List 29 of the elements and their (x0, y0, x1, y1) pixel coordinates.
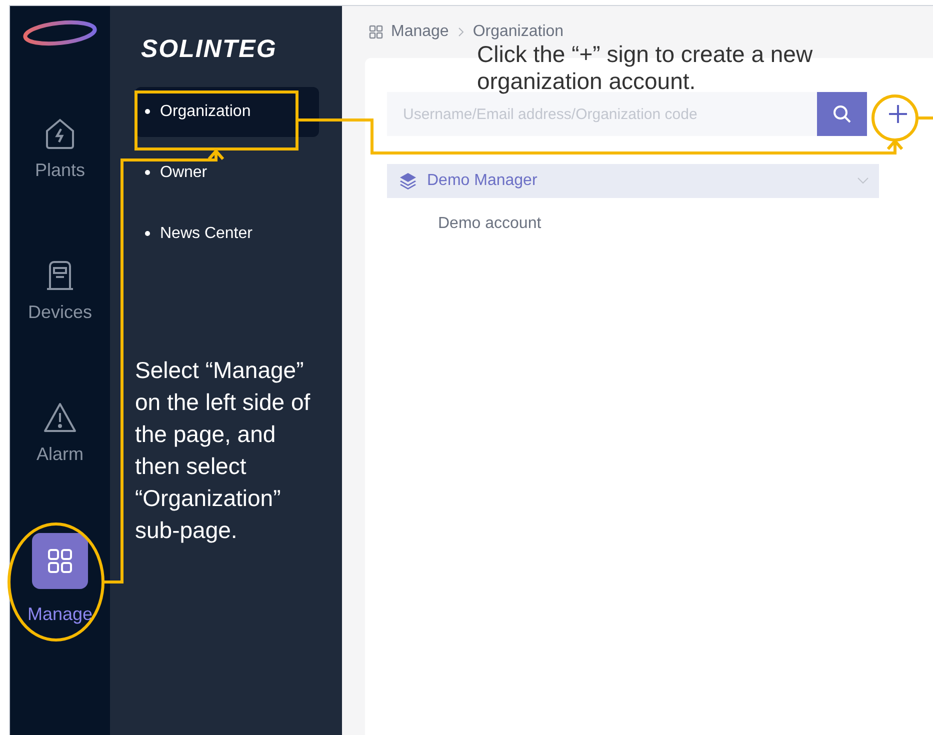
chevron-right-icon (456, 27, 465, 37)
submenu-item[interactable]: Owner (135, 148, 319, 198)
breadcrumb-link[interactable]: Organization (472, 20, 564, 44)
grid-icon (47, 548, 73, 574)
search-icon (832, 104, 852, 124)
bullet-icon (145, 109, 150, 114)
nav-item[interactable]: Plants (34, 107, 86, 249)
callout-text: Click the “+” sign to create a new organization account. (477, 41, 814, 95)
warning-icon (42, 401, 78, 435)
layers-icon (399, 172, 417, 190)
nav-item[interactable]: Manage (27, 533, 93, 675)
bullet-icon (145, 170, 150, 175)
breadcrumb-link[interactable]: Manage (391, 20, 449, 44)
grid-icon (369, 25, 383, 39)
brand-logo: SOLINTEG (141, 34, 278, 65)
submenu-item[interactable]: Organization (135, 86, 319, 136)
callout-text: Select “Manage” on the left side of the page, and then select “Organization” sub-page. (135, 356, 312, 545)
chevron-down-icon (857, 177, 869, 185)
nav-item[interactable]: Alarm (36, 391, 84, 533)
bullet-icon (145, 231, 150, 236)
highlight-circle (872, 94, 918, 142)
submenu-item[interactable]: News Center (135, 208, 319, 258)
nav-item[interactable]: Devices (28, 249, 92, 391)
plus-icon (888, 104, 908, 124)
search-button[interactable] (817, 92, 867, 136)
tree-item[interactable]: Demo account (438, 212, 542, 236)
leader-line (917, 116, 933, 120)
logo-icon (22, 19, 98, 47)
tree-group-header[interactable]: Demo Manager (387, 164, 879, 198)
